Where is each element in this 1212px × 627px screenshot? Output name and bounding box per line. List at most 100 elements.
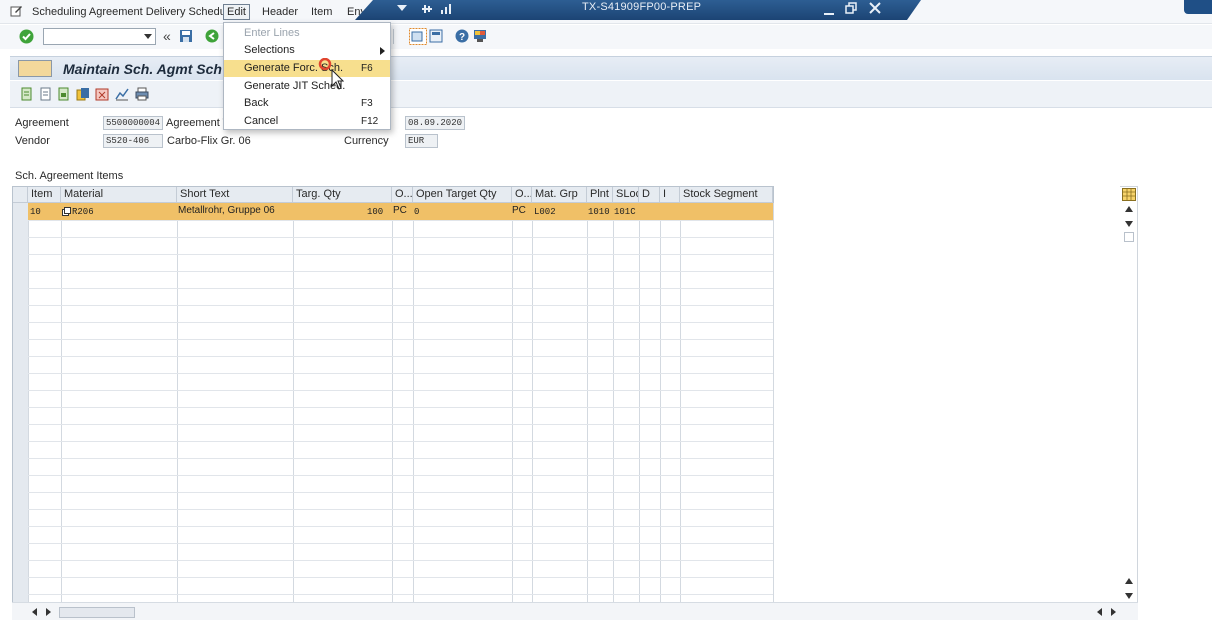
col-mat-grp[interactable]: Mat. Grp	[532, 187, 587, 203]
pin-icon[interactable]	[421, 3, 433, 15]
page-header: Maintain Sch. Agmt Sch	[10, 56, 1212, 80]
command-field[interactable]	[43, 28, 156, 45]
grid-row-line	[28, 577, 773, 578]
application-toolbar	[10, 81, 1212, 108]
col-order-unit-2[interactable]: O...	[512, 187, 532, 203]
cell-material[interactable]: R206	[72, 207, 94, 217]
grid-row-line	[28, 390, 773, 391]
col-item[interactable]: Item	[28, 187, 61, 203]
scroll-page-down-icon[interactable]	[1125, 593, 1133, 599]
table-settings-icon[interactable]	[1122, 188, 1136, 201]
minimize-icon[interactable]	[824, 4, 834, 16]
menu-generate-jit-sched[interactable]: Generate JIT Sched.	[224, 78, 390, 95]
print-icon[interactable]	[135, 87, 149, 101]
scroll-thumb[interactable]	[1124, 232, 1134, 242]
menu-item[interactable]: Item	[308, 4, 335, 20]
col-plnt[interactable]: Plnt	[587, 187, 613, 203]
col-order-unit[interactable]: O...	[392, 187, 413, 203]
chart-icon[interactable]	[115, 87, 129, 101]
shortcut-f12: F12	[361, 116, 379, 127]
grid-row-line	[28, 424, 773, 425]
select-block-icon[interactable]	[57, 87, 71, 101]
currency-label: Currency	[344, 135, 389, 147]
vendor-field[interactable]: S520-406	[103, 134, 163, 148]
cell-open-target-qty[interactable]: 0	[414, 207, 419, 217]
close-icon[interactable]	[869, 2, 881, 14]
session-title: TX-S41909FP00-PREP	[582, 1, 702, 13]
agreement-date-field[interactable]: 08.09.2020	[405, 116, 465, 130]
col-d[interactable]: D	[639, 187, 660, 203]
menu-selections[interactable]: Selections	[224, 42, 390, 59]
customize-layout-icon[interactable]	[473, 29, 487, 43]
col-open-target-qty[interactable]: Open Target Qty	[413, 187, 512, 203]
page-title: Maintain Sch. Agmt Sch	[63, 61, 222, 77]
grid-row-line	[28, 475, 773, 476]
cell-sloc[interactable]: 101C	[614, 207, 636, 217]
col-sloc[interactable]: SLoc	[613, 187, 639, 203]
grid-row-line	[28, 407, 773, 408]
create-session-icon[interactable]	[409, 28, 427, 45]
corner-button[interactable]	[1184, 0, 1212, 14]
col-i[interactable]: I	[660, 187, 680, 203]
grid-row-line	[28, 441, 773, 442]
scroll-right-end-icon[interactable]	[1111, 608, 1116, 616]
cell-targ-qty[interactable]: 100	[367, 207, 383, 217]
scroll-right-icon[interactable]	[46, 608, 51, 616]
scroll-down-icon[interactable]	[1125, 221, 1133, 227]
col-material[interactable]: Material	[61, 187, 177, 203]
shortcut-f6: F6	[361, 63, 373, 74]
menu-header[interactable]: Header	[259, 4, 301, 20]
svg-text:?: ?	[459, 32, 465, 43]
grid-row-line	[28, 305, 773, 306]
material-copy-icon[interactable]	[62, 207, 71, 216]
deselect-all-icon[interactable]	[39, 87, 53, 101]
cell-mat-grp[interactable]: L002	[534, 207, 556, 217]
scroll-left-end-icon[interactable]	[1097, 608, 1102, 616]
enter-check-icon[interactable]	[19, 29, 34, 44]
restore-icon[interactable]	[845, 2, 857, 14]
grid-row-line	[28, 220, 773, 221]
select-all-column[interactable]	[13, 187, 28, 203]
delete-icon[interactable]	[95, 87, 109, 101]
agreement-field[interactable]: 5500000004	[103, 116, 163, 130]
vendor-name: Carbo-Flix Gr. 06	[167, 135, 251, 147]
col-targ-qty[interactable]: Targ. Qty	[293, 187, 392, 203]
dropdown-arrow-icon[interactable]	[397, 5, 407, 13]
currency-field[interactable]: EUR	[405, 134, 438, 148]
scroll-left-icon[interactable]	[32, 608, 37, 616]
copy-icon[interactable]	[76, 87, 90, 101]
cell-short-text[interactable]: Metallrohr, Gruppe 06	[178, 205, 275, 216]
shortcut-icon[interactable]	[429, 29, 443, 43]
vendor-label: Vendor	[15, 135, 50, 147]
menu-generate-forc-sch[interactable]: Generate Forc. Sch. F6	[224, 60, 390, 77]
chevron-down-icon[interactable]	[144, 34, 152, 39]
cell-order-unit[interactable]: PC	[393, 205, 407, 216]
mouse-cursor-icon	[318, 58, 344, 90]
col-stock-segment[interactable]: Stock Segment	[680, 187, 773, 203]
horizontal-scroll-thumb[interactable]	[59, 607, 135, 618]
document-edit-icon[interactable]	[10, 5, 23, 17]
vertical-scrollbar[interactable]	[1120, 186, 1138, 604]
submenu-arrow-icon	[380, 47, 385, 55]
row-selectors[interactable]	[13, 203, 28, 603]
back-icon[interactable]	[205, 29, 219, 43]
cell-order-unit-2[interactable]: PC	[512, 205, 526, 216]
grid-row-line	[28, 373, 773, 374]
collapse-icon[interactable]: «	[163, 28, 171, 44]
menu-back[interactable]: Back F3	[224, 95, 390, 112]
grid-row-line	[28, 526, 773, 527]
select-all-icon[interactable]	[20, 87, 34, 101]
menu-edit[interactable]: Edit	[223, 4, 250, 20]
grid-row-line	[28, 288, 773, 289]
menu-cancel[interactable]: Cancel F12	[224, 113, 390, 130]
scroll-page-up-icon[interactable]	[1125, 578, 1133, 584]
cell-item[interactable]: 10	[30, 207, 41, 217]
save-icon[interactable]	[179, 29, 193, 43]
col-short-text[interactable]: Short Text	[177, 187, 293, 203]
horizontal-scrollbar[interactable]	[12, 602, 1138, 620]
cell-plnt[interactable]: 1010	[588, 207, 610, 217]
help-icon[interactable]: ?	[455, 29, 469, 43]
document-icon	[18, 60, 52, 77]
toolbar-separator	[393, 29, 394, 44]
scroll-up-icon[interactable]	[1125, 206, 1133, 212]
